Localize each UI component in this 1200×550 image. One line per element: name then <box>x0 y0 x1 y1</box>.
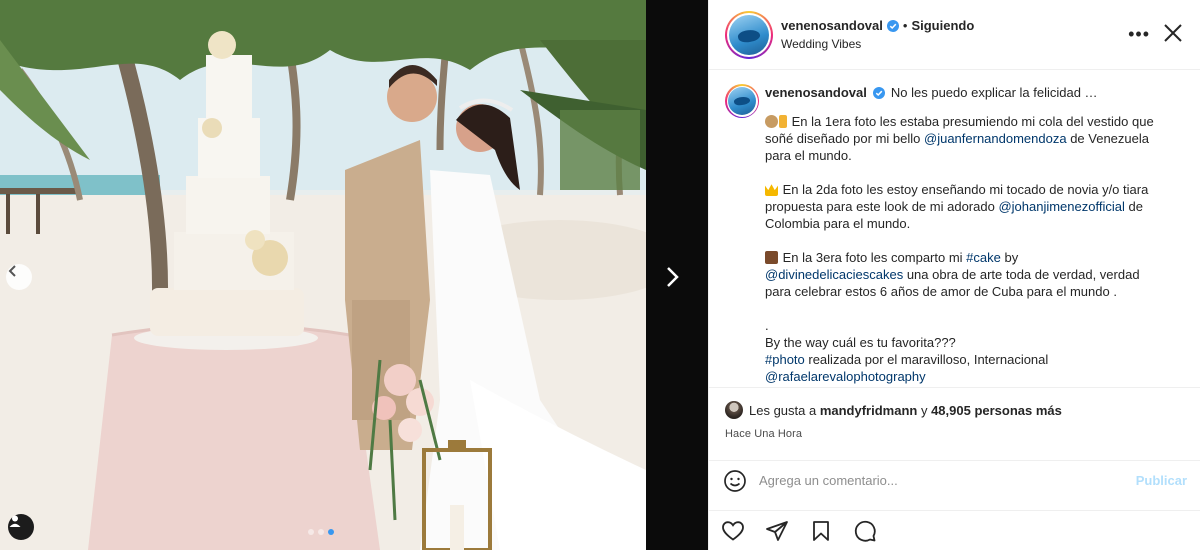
post-side-panel: venenosandoval • Siguiendo Wedding Vibes… <box>708 0 1200 550</box>
caption-avatar[interactable] <box>725 84 759 118</box>
hashtag-link[interactable]: #photo <box>765 352 805 367</box>
next-post-button[interactable] <box>657 262 687 292</box>
comment-icon[interactable] <box>853 519 877 543</box>
monkey-emoji-icon <box>765 115 778 128</box>
hashtag-link[interactable]: #cake <box>966 250 1001 265</box>
carousel-dot-active <box>328 529 334 535</box>
caption-paragraph-3: En la 3era foto les comparto mi #cake by… <box>765 249 1157 300</box>
close-icon[interactable] <box>1162 22 1184 44</box>
user-tag-button[interactable] <box>8 514 34 540</box>
post-header: venenosandoval • Siguiendo Wedding Vibes… <box>709 0 1200 70</box>
chevron-left-icon <box>8 265 16 277</box>
previous-photo-button[interactable] <box>6 264 32 290</box>
caption-dot: . <box>765 318 769 333</box>
post-actions <box>709 510 1200 550</box>
verified-icon <box>872 86 885 99</box>
user-tag-icon <box>9 515 21 527</box>
post-timestamp[interactable]: Hace Una Hora <box>725 428 1184 440</box>
caption-paragraph-2: En la 2da foto les estoy enseñando mi to… <box>765 181 1157 232</box>
caption-paragraph-4: . By the way cuál es tu favorita??? #pho… <box>765 317 1157 385</box>
wedding-photo-illustration <box>0 0 646 550</box>
caption-username[interactable]: venenosandoval <box>765 84 867 101</box>
mention-link[interactable]: @johanjimenezofficial <box>998 199 1124 214</box>
location-link[interactable]: Wedding Vibes <box>781 37 974 51</box>
post-photo[interactable] <box>0 0 646 550</box>
liker-username[interactable]: mandyfridmann <box>820 403 918 418</box>
liker-avatar[interactable] <box>725 401 743 419</box>
mention-link[interactable]: @juanfernandomendoza <box>924 131 1067 146</box>
chevron-right-icon <box>667 267 679 287</box>
instagram-post-modal: venenosandoval • Siguiendo Wedding Vibes… <box>0 0 1200 550</box>
caption-text: venenosandoval No les puedo explicar la … <box>765 84 1157 385</box>
cake-emoji-icon <box>765 251 778 264</box>
bookmark-icon[interactable] <box>809 519 833 543</box>
caption-area: venenosandoval No les puedo explicar la … <box>709 70 1200 388</box>
author-avatar[interactable] <box>725 10 773 59</box>
heart-icon[interactable] <box>721 519 745 543</box>
author-username[interactable]: venenosandoval <box>781 18 883 33</box>
separator-dot: • <box>902 18 908 33</box>
publish-button[interactable]: Publicar <box>1136 473 1187 488</box>
more-icon: ••• <box>1128 24 1150 44</box>
carousel-indicators <box>308 529 334 535</box>
caption-question: By the way cuál es tu favorita??? <box>765 335 956 350</box>
caption-text-segment: by <box>1000 250 1019 265</box>
verified-icon <box>886 19 899 32</box>
comment-input[interactable] <box>759 473 1136 488</box>
share-icon[interactable] <box>765 519 789 543</box>
emoji-icon[interactable] <box>723 469 747 493</box>
likes-summary: Les gusta a mandyfridmann y 48,905 perso… <box>725 400 1184 420</box>
likes-prefix: Les gusta a <box>749 402 820 418</box>
likes-section: Les gusta a mandyfridmann y 48,905 perso… <box>709 388 1200 440</box>
key-emoji-icon <box>779 115 787 128</box>
caption-text-segment: En la 3era foto les comparto mi <box>782 250 967 265</box>
caption-paragraph-1: En la 1era foto les estaba presumiendo m… <box>765 113 1157 164</box>
mention-link[interactable]: @divinedelicaciescakes <box>765 267 903 282</box>
crown-emoji-icon <box>765 184 778 196</box>
mention-link[interactable]: @rafaelarevalophotography <box>765 369 926 384</box>
carousel-dot <box>308 529 314 535</box>
caption-first-line: No les puedo explicar la felicidad … <box>890 85 1098 100</box>
caption-text-segment: realizada por el maravilloso, Internacio… <box>804 352 1049 367</box>
likes-count-link[interactable]: 48,905 personas más <box>931 403 1062 418</box>
comment-composer: Publicar <box>709 460 1200 500</box>
following-button[interactable]: Siguiendo <box>911 18 974 33</box>
likes-middle: y <box>917 402 932 418</box>
more-options-button[interactable]: ••• <box>1128 24 1150 45</box>
carousel-dot <box>318 529 324 535</box>
